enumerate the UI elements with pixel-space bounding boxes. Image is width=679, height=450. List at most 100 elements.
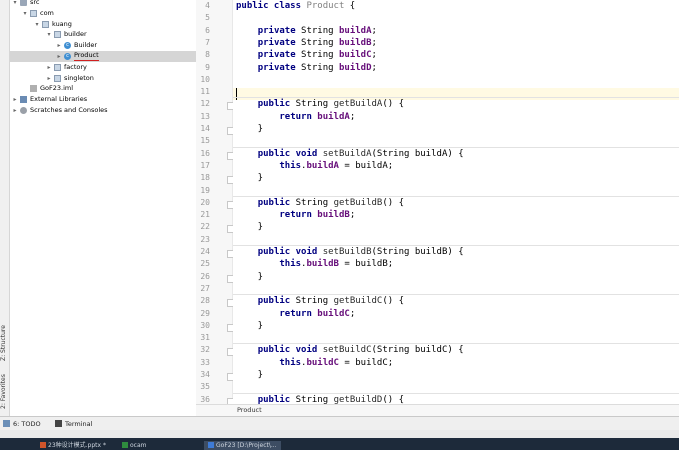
chevron-down-icon[interactable]: ▾ <box>46 29 52 40</box>
line-number: 17 <box>200 160 210 170</box>
line-number: 20 <box>200 197 210 207</box>
code-line: private String buildB; <box>257 37 377 48</box>
line-number: 33 <box>200 357 210 367</box>
chevron-right-icon[interactable]: ▸ <box>12 105 18 116</box>
code-line: return buildC; <box>279 308 356 319</box>
terminal-icon <box>55 420 62 427</box>
line-number: 13 <box>200 111 210 121</box>
code-line: private String buildA; <box>257 25 377 36</box>
scr-icon <box>20 107 27 114</box>
line-number: 16 <box>200 148 210 158</box>
chevron-right-icon[interactable]: ▸ <box>46 62 52 73</box>
code-line: } <box>236 320 264 331</box>
tree-item-label: kuang <box>52 19 72 28</box>
code-line: private String buildD; <box>257 62 377 73</box>
tree-item-label: src <box>30 0 40 6</box>
line-number: 34 <box>200 370 210 379</box>
line-number: 14 <box>200 124 210 133</box>
code-line: this.buildA = buildA; <box>279 160 394 171</box>
app-icon <box>40 442 46 448</box>
tree-item-product[interactable]: ▸ c Product <box>10 51 196 62</box>
os-taskbar: 23种设计模式.pptx * ocam GoF23 [D:\Project\... <box>0 438 679 450</box>
tree-item-label: factory <box>64 62 87 71</box>
method-separator <box>233 146 679 148</box>
taskbar-app-label: 23种设计模式.pptx * <box>48 442 106 449</box>
line-number: 30 <box>200 320 210 330</box>
tree-item-src[interactable]: ▾ src <box>10 0 196 8</box>
code-line: return buildA; <box>279 111 356 122</box>
breadcrumb-class[interactable]: Product <box>237 406 262 414</box>
tree-item-factory[interactable]: ▸ factory <box>10 62 196 73</box>
code-line: public void setBuildB(String buildB) { <box>257 247 464 257</box>
code-line: public String getBuildA() { <box>257 99 405 110</box>
tree-item-external-libraries[interactable]: ▸ External Libraries <box>10 94 196 105</box>
tree-item-singleton[interactable]: ▸ singleton <box>10 73 196 84</box>
line-number: 26 <box>200 271 210 281</box>
iml-icon <box>30 85 37 93</box>
line-number: 36 <box>200 394 210 404</box>
terminal-tool-button[interactable]: Terminal <box>55 419 92 429</box>
tree-item-label: GoF23.iml <box>40 84 74 93</box>
line-number: 9 <box>205 62 210 72</box>
tree-item-label: singleton <box>64 73 94 82</box>
lib-icon <box>20 96 27 104</box>
tree-item-builder[interactable]: ▾ builder <box>10 29 196 40</box>
todo-tool-button[interactable]: 6: TODO <box>3 419 41 429</box>
line-number: 4 <box>205 1 210 10</box>
line-number: 28 <box>200 296 210 306</box>
line-number: 12 <box>200 99 210 109</box>
line-number: 35 <box>200 382 210 392</box>
code-line: this.buildB = buildB; <box>279 259 394 270</box>
line-number: 22 <box>200 222 210 232</box>
taskbar-app[interactable]: ocam <box>122 441 147 450</box>
method-separator <box>233 195 679 197</box>
code-line: } <box>236 173 264 184</box>
code-line: this.buildC = buildC; <box>279 357 394 368</box>
pkg-icon <box>54 74 61 82</box>
taskbar-app[interactable]: GoF23 [D:\Project\... <box>204 441 281 450</box>
method-separator <box>233 245 679 246</box>
line-number: 32 <box>200 345 210 355</box>
line-number: 11 <box>200 87 210 97</box>
code-line: private String buildC; <box>257 50 377 61</box>
tree-item-scratches-and-consoles[interactable]: ▸ Scratches and Consoles <box>10 105 196 116</box>
tree-item-label: External Libraries <box>30 95 88 104</box>
tree-item-label: Builder <box>74 41 97 50</box>
code-editor[interactable]: public class Product { private String bu… <box>233 0 679 404</box>
tree-item-label: builder <box>64 30 87 39</box>
line-number: 31 <box>200 333 210 343</box>
method-separator <box>233 392 679 394</box>
line-number: 29 <box>200 308 210 318</box>
tool-window-strip: Z: Structure 2: Favorites <box>0 0 10 416</box>
line-number: 21 <box>200 210 210 220</box>
chevron-down-icon[interactable]: ▾ <box>12 0 18 8</box>
line-number: 23 <box>200 234 210 244</box>
app-icon <box>122 442 128 448</box>
tree-item-com[interactable]: ▾ com <box>10 8 196 19</box>
line-number: 7 <box>205 37 210 47</box>
code-line: public void setBuildA(String buildA) { <box>257 148 464 159</box>
taskbar-app-label: ocam <box>130 442 147 449</box>
class-icon: c <box>64 42 71 50</box>
code-line: public String getBuildC() { <box>257 296 405 307</box>
tree-item-builder[interactable]: ▸ c Builder <box>10 40 196 51</box>
pkg-icon <box>42 20 49 28</box>
code-line: } <box>236 271 264 282</box>
chevron-right-icon[interactable]: ▸ <box>46 73 52 84</box>
tree-item-gof23-iml[interactable]: GoF23.iml <box>10 83 196 94</box>
chevron-right-icon[interactable]: ▸ <box>12 94 18 105</box>
tree-item-kuang[interactable]: ▾ kuang <box>10 19 196 30</box>
favorites-tab[interactable]: 2: Favorites <box>0 368 9 416</box>
chevron-down-icon[interactable]: ▾ <box>34 19 40 30</box>
taskbar-app[interactable]: 23种设计模式.pptx * <box>40 441 106 450</box>
pkg-icon <box>30 9 37 17</box>
chevron-right-icon[interactable]: ▸ <box>56 51 62 62</box>
chevron-down-icon[interactable]: ▾ <box>22 8 28 19</box>
line-number: 8 <box>205 50 210 60</box>
chevron-right-icon[interactable]: ▸ <box>56 40 62 51</box>
code-line: public class Product { <box>236 1 356 11</box>
structure-tab[interactable]: Z: Structure <box>0 318 9 368</box>
tree-item-label: Scratches and Consoles <box>30 106 108 114</box>
line-number: 19 <box>200 185 210 195</box>
class-icon: c <box>64 53 71 60</box>
